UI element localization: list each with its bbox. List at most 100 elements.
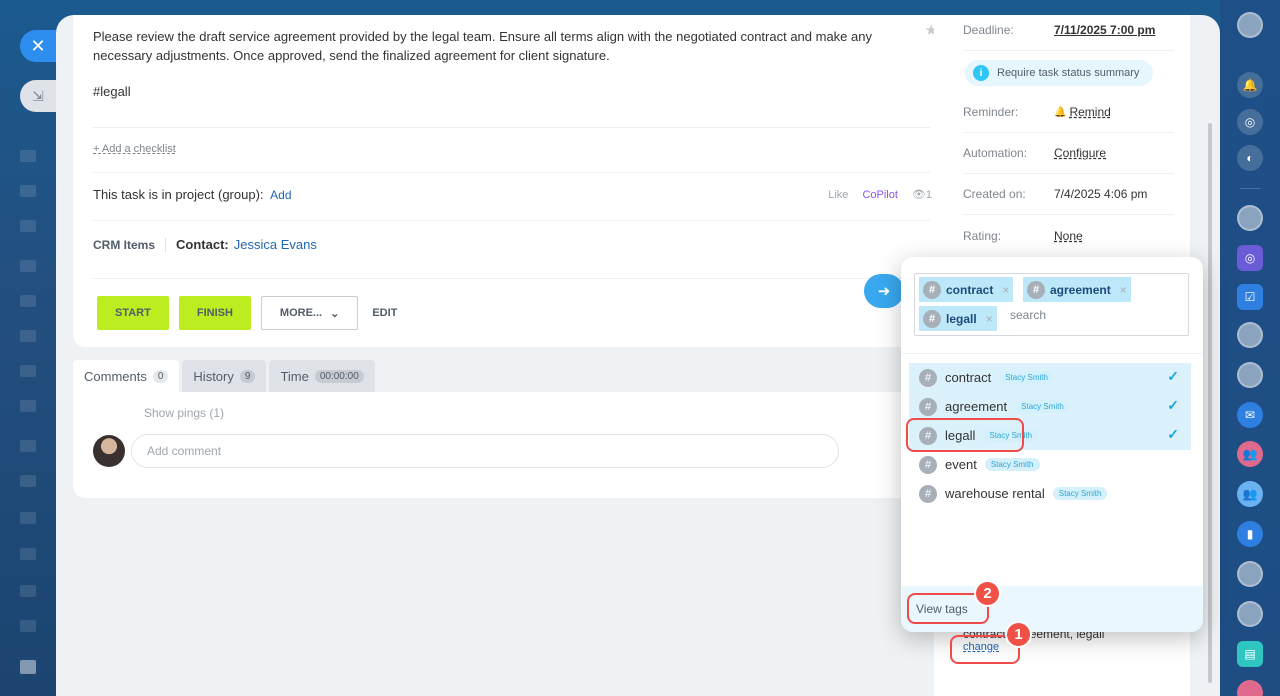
- rail-ghost-icon: [20, 400, 36, 412]
- tag-option-agreement[interactable]: # agreement Stacy Smith ✓: [909, 392, 1191, 421]
- hash-icon: #: [919, 484, 937, 503]
- rating-row: Rating: None: [963, 228, 1083, 243]
- close-icon: ✕: [30, 35, 46, 56]
- created-value: 7/4/2025 4:06 pm: [1054, 187, 1148, 201]
- copilot-link[interactable]: CoPilot: [862, 189, 897, 201]
- like-link[interactable]: Like: [828, 189, 848, 201]
- tag-owner-badge: Stacy Smith: [999, 371, 1054, 384]
- configure-link[interactable]: Configure: [1054, 146, 1106, 160]
- tab-history[interactable]: History 9: [182, 360, 267, 392]
- activity-tabs: Comments 0 History 9 Time 00:00:00: [73, 360, 375, 392]
- task-card: Please review the draft service agreemen…: [73, 15, 950, 347]
- comment-input[interactable]: Add comment: [131, 434, 839, 468]
- more-label: MORE...: [279, 307, 323, 319]
- deadline-value[interactable]: 7/11/2025 7:00 pm: [1054, 23, 1155, 37]
- divider: [93, 220, 930, 221]
- task-meta: Like CoPilot 👁1: [828, 188, 932, 202]
- hash-icon: #: [923, 309, 941, 328]
- chat-icon[interactable]: ◐: [1237, 145, 1263, 171]
- group-icon[interactable]: 👥: [1237, 441, 1263, 467]
- check-icon: ✓: [1167, 397, 1179, 413]
- contact-label: Contact:: [176, 237, 229, 252]
- hash-icon: #: [1027, 280, 1045, 299]
- highlight-legall: [906, 418, 1024, 452]
- tab-time[interactable]: Time 00:00:00: [269, 360, 375, 392]
- finish-button[interactable]: FINISH: [178, 296, 251, 330]
- rail-ghost-icon: [20, 512, 36, 524]
- rail-ghost-icon: [20, 295, 36, 307]
- more-button[interactable]: MORE... ⌄: [260, 296, 359, 330]
- copilot-icon[interactable]: ◎: [1237, 109, 1263, 135]
- bell-icon[interactable]: 🔔: [1237, 72, 1263, 98]
- start-button[interactable]: START: [97, 296, 169, 330]
- info-icon: i: [973, 65, 989, 81]
- remove-tag-icon[interactable]: ×: [1002, 283, 1009, 297]
- history-count: 9: [239, 369, 256, 383]
- show-pings-link[interactable]: Show pings (1): [144, 406, 224, 420]
- summary-pill[interactable]: i Require task status summary: [965, 60, 1154, 86]
- print-icon[interactable]: [20, 660, 36, 674]
- project-add-link[interactable]: Add: [270, 188, 291, 202]
- rail-ghost-icon: [20, 585, 36, 597]
- rail-ghost-icon: [20, 220, 36, 232]
- tab-comments[interactable]: Comments 0: [73, 360, 180, 392]
- comments-box: Show pings (1) Add comment: [73, 392, 950, 498]
- right-rail: 🔔 ◎ ◐ ◎ ☑ ✉ 👥 👥 ▮ ▤: [1220, 0, 1280, 696]
- comments-count: 0: [152, 369, 169, 383]
- views-count: 👁1: [911, 189, 932, 201]
- minimize-icon: ⇲: [32, 87, 44, 104]
- task-description: Please review the draft service agreemen…: [93, 29, 872, 63]
- copilot-chat-icon[interactable]: ◎: [1237, 245, 1263, 271]
- bookmark-icon[interactable]: ▮: [1237, 521, 1263, 547]
- contact-avatar[interactable]: [1237, 205, 1263, 231]
- contact-link[interactable]: Jessica Evans: [234, 237, 317, 252]
- check-icon: ✓: [1167, 426, 1179, 442]
- time-count: 00:00:00: [314, 369, 364, 383]
- contact-avatar[interactable]: [1237, 561, 1263, 587]
- avatar: [93, 435, 125, 467]
- tag-chip[interactable]: # agreement ×: [1023, 277, 1131, 302]
- crm-row: CRM Items Contact: Jessica Evans: [93, 237, 317, 252]
- user-avatar[interactable]: [1237, 12, 1263, 38]
- contact-avatar[interactable]: [1237, 322, 1263, 348]
- minimize-button[interactable]: ⇲: [20, 80, 56, 112]
- tag-chip[interactable]: # contract ×: [919, 277, 1014, 302]
- contact-avatar[interactable]: [1237, 362, 1263, 388]
- close-button[interactable]: ✕: [20, 30, 56, 62]
- arrow-right-icon[interactable]: ➜: [864, 274, 904, 308]
- divider: [93, 172, 930, 173]
- divider: [901, 353, 1203, 354]
- edit-button[interactable]: EDIT: [368, 296, 401, 330]
- message-icon[interactable]: ▤: [1237, 641, 1263, 667]
- tasks-icon[interactable]: ☑: [1237, 284, 1263, 310]
- tag-option-contract[interactable]: # contract Stacy Smith ✓: [909, 363, 1191, 392]
- project-row: This task is in project (group): Add: [93, 187, 292, 202]
- remove-tag-icon[interactable]: ×: [1120, 283, 1127, 297]
- divider: [93, 127, 930, 128]
- mail-icon[interactable]: ✉: [1237, 402, 1263, 428]
- rating-value[interactable]: None: [1054, 229, 1083, 243]
- hash-icon: #: [919, 455, 937, 474]
- group-icon[interactable]: 👥: [1237, 481, 1263, 507]
- group-icon[interactable]: [1237, 680, 1263, 696]
- deadline-row: Deadline: 7/11/2025 7:00 pm: [963, 15, 1174, 51]
- hash-icon: #: [923, 280, 941, 299]
- tag-option-warehouse-rental[interactable]: # warehouse rental Stacy Smith: [909, 479, 1191, 508]
- rail-ghost-icon: [20, 365, 36, 377]
- project-label: This task is in project (group):: [93, 187, 264, 202]
- remind-link[interactable]: Remind: [1069, 105, 1110, 119]
- scrollbar[interactable]: [1208, 123, 1212, 683]
- add-checklist-link[interactable]: + Add a checklist: [93, 143, 176, 155]
- tag-search-input[interactable]: search: [1010, 308, 1046, 322]
- remove-tag-icon[interactable]: ×: [986, 312, 993, 326]
- tag-input-box[interactable]: # contract × # agreement × # legall × se…: [914, 273, 1189, 336]
- tag-option-event[interactable]: # event Stacy Smith: [909, 450, 1191, 479]
- created-row: Created on: 7/4/2025 4:06 pm: [963, 174, 1174, 215]
- eye-icon: 👁: [911, 189, 926, 201]
- tag-chip[interactable]: # legall ×: [919, 306, 997, 331]
- tag-owner-badge: Stacy Smith: [1052, 487, 1108, 500]
- contact-avatar[interactable]: [1237, 601, 1263, 627]
- callout-badge-2: 2: [974, 580, 1001, 607]
- rail-ghost-icon: [20, 475, 36, 487]
- rail-ghost-icon: [20, 185, 36, 197]
